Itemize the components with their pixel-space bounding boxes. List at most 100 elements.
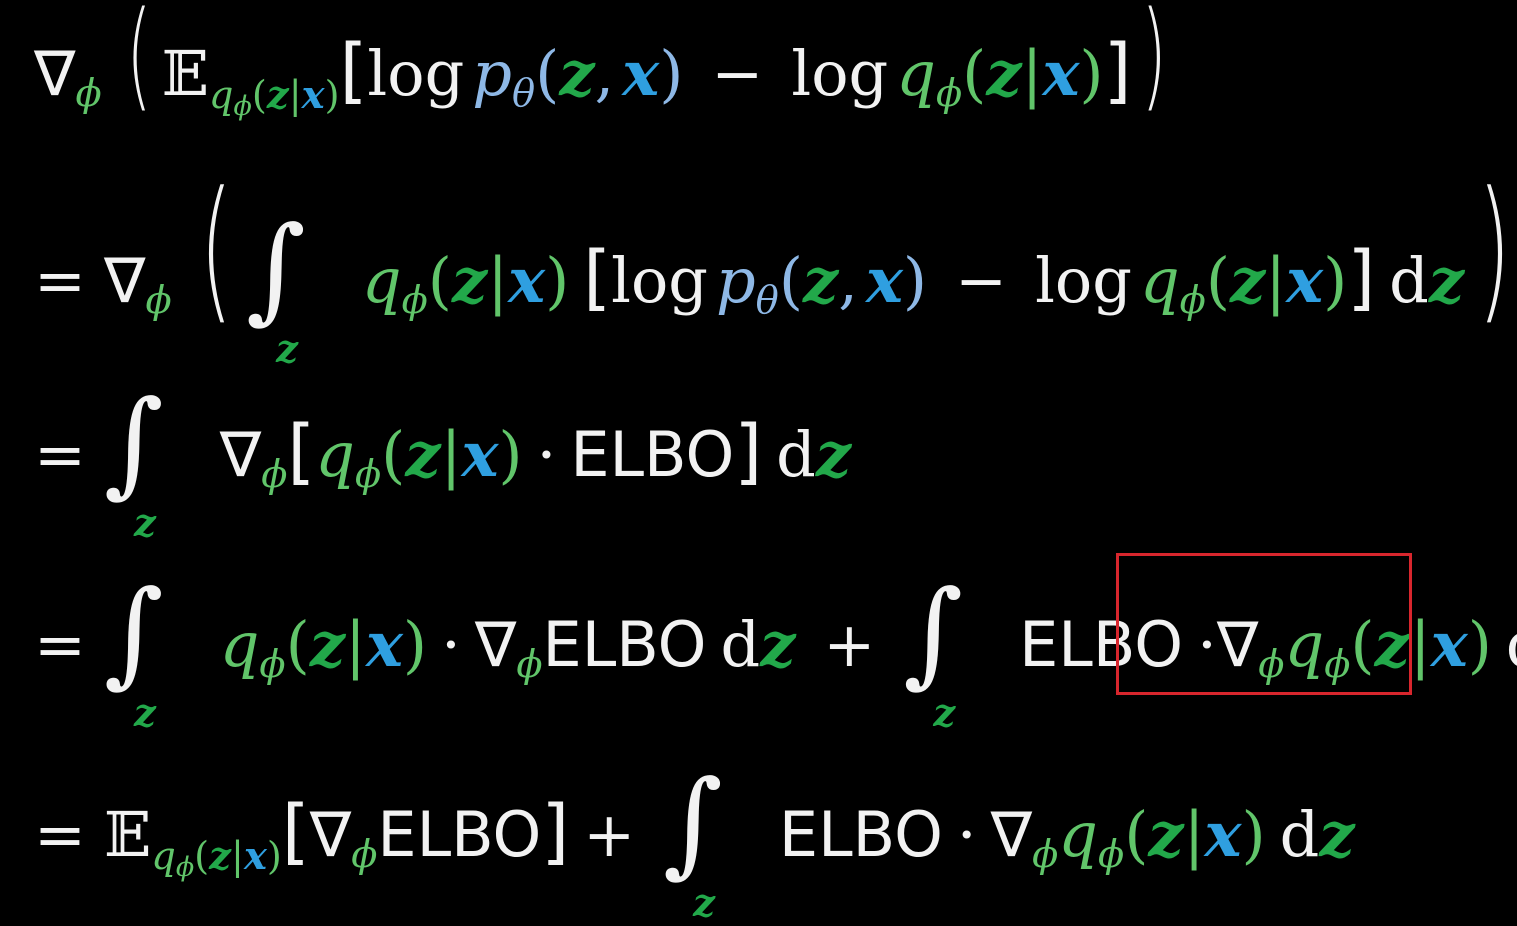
- integral-group: ∫ z: [104, 386, 164, 543]
- open-paren-large: (: [126, 0, 152, 123]
- open-bracket: [: [339, 29, 368, 112]
- elbo-text: ELBO: [542, 608, 707, 681]
- comma: ,: [594, 37, 615, 110]
- phi-subscript: ϕ: [354, 451, 382, 497]
- differential-d: d: [1389, 244, 1429, 317]
- z-variable: z: [986, 37, 1022, 110]
- expectation-symbol: 𝔼: [161, 37, 209, 110]
- close-paren-large: ): [1477, 158, 1511, 339]
- integral-subscript-z: z: [933, 691, 956, 737]
- integral-group: ∫ z: [246, 212, 306, 369]
- highlight-box: [1116, 553, 1412, 695]
- phi-subscript: ϕ: [401, 277, 428, 323]
- x-variable: x: [1204, 798, 1242, 871]
- z-variable: z: [1148, 798, 1184, 871]
- x-variable: x: [461, 418, 499, 491]
- z-variable: z: [405, 418, 441, 491]
- log-text: log: [1035, 244, 1132, 317]
- elbo-text: ELBO: [377, 798, 542, 871]
- equation-line-2: = ∇ ϕ ( ∫ z q ϕ ( z | x ) [ log p θ ( z …: [34, 158, 1517, 369]
- phi-subscript: ϕ: [75, 70, 102, 116]
- x-variable: x: [622, 37, 660, 110]
- conditional-bar: |: [1183, 798, 1205, 871]
- paren-close: ): [402, 608, 428, 681]
- phi-subscript: ϕ: [1097, 831, 1125, 877]
- integral-sign: ∫: [246, 202, 306, 336]
- differential-d: d: [1279, 798, 1320, 871]
- p-symbol: p: [472, 37, 512, 110]
- close-bracket: ]: [1103, 29, 1132, 112]
- conditional-bar: |: [440, 418, 462, 491]
- close-bracket: ]: [734, 410, 763, 493]
- open-bracket: [: [281, 790, 310, 873]
- elbo-text: ELBO: [778, 798, 943, 871]
- conditional-bar: |: [1409, 608, 1431, 681]
- phi-subscript: ϕ: [1179, 277, 1206, 323]
- paren-open: (: [1205, 244, 1231, 317]
- paren-open: (: [427, 244, 452, 317]
- q-symbol: q: [219, 608, 260, 681]
- paren-open: (: [381, 418, 406, 491]
- theta-subscript: θ: [511, 70, 536, 116]
- integral-subscript-z: z: [133, 691, 156, 737]
- conditional-bar: |: [1265, 244, 1287, 317]
- z-variable: z: [760, 608, 796, 681]
- integral-sign: ∫: [103, 376, 164, 510]
- phi-subscript: ϕ: [259, 641, 286, 687]
- paren-close: ): [659, 37, 684, 110]
- cdot-operator: ·: [441, 608, 461, 681]
- paren-open: (: [285, 608, 310, 681]
- integral-group: ∫ z: [663, 766, 723, 923]
- phi-subscript: ϕ: [516, 641, 543, 687]
- expectation-subscript: qϕ(z|x): [151, 834, 282, 883]
- paren-close: ): [1467, 608, 1492, 681]
- paren-close: ): [1323, 244, 1348, 317]
- nabla-symbol: ∇: [34, 37, 76, 110]
- x-variable: x: [365, 608, 403, 681]
- integral-group: ∫ z: [104, 576, 164, 733]
- equals-sign: =: [34, 418, 86, 491]
- q-symbol: q: [1139, 244, 1180, 317]
- x-variable: x: [1286, 244, 1324, 317]
- paren-close: ): [1079, 37, 1104, 110]
- z-variable: z: [1230, 244, 1266, 317]
- paren-close: ): [545, 244, 570, 317]
- paren-open: (: [962, 37, 987, 110]
- nabla-symbol: ∇: [309, 798, 352, 871]
- theta-subscript: θ: [755, 277, 779, 323]
- integral-sign: ∫: [903, 566, 964, 700]
- paren-close: ): [1241, 798, 1266, 871]
- open-bracket: [: [583, 236, 612, 319]
- equation-line-5: = 𝔼 qϕ(z|x) [ ∇ ϕ ELBO ] + ∫ z ELBO · ∇ …: [34, 766, 1355, 923]
- conditional-bar: |: [345, 608, 366, 681]
- x-variable: x: [1042, 37, 1080, 110]
- x-variable: x: [508, 244, 546, 317]
- phi-subscript: ϕ: [351, 831, 378, 877]
- minus-operator: −: [955, 244, 1008, 317]
- nabla-symbol: ∇: [103, 244, 146, 317]
- z-variable: z: [452, 244, 488, 317]
- integral-subscript-z: z: [693, 881, 715, 926]
- paren-close: ): [498, 418, 523, 491]
- phi-subscript: ϕ: [261, 451, 288, 497]
- phi-subscript: ϕ: [1032, 831, 1059, 877]
- open-paren-large: (: [199, 158, 233, 339]
- q-symbol: q: [315, 418, 355, 491]
- paren-open: (: [535, 37, 560, 110]
- equation-line-1: ∇ ϕ ( 𝔼 qϕ(z|x) [ log p θ ( z , x ) − lo…: [34, 0, 1177, 123]
- equals-sign: =: [34, 244, 86, 317]
- q-symbol: q: [896, 37, 936, 110]
- z-variable: z: [1319, 798, 1355, 871]
- phi-subscript: ϕ: [145, 277, 172, 323]
- conditional-bar: |: [487, 244, 509, 317]
- phi-subscript: ϕ: [935, 70, 963, 116]
- nabla-symbol: ∇: [219, 418, 262, 491]
- equals-sign: =: [34, 608, 86, 681]
- nabla-symbol: ∇: [474, 608, 517, 681]
- log-text: log: [367, 37, 465, 110]
- open-bracket: [: [287, 410, 316, 493]
- q-symbol: q: [1058, 798, 1098, 871]
- integral-sign: ∫: [103, 566, 164, 700]
- z-variable: z: [803, 244, 839, 317]
- paren-open: (: [778, 244, 804, 317]
